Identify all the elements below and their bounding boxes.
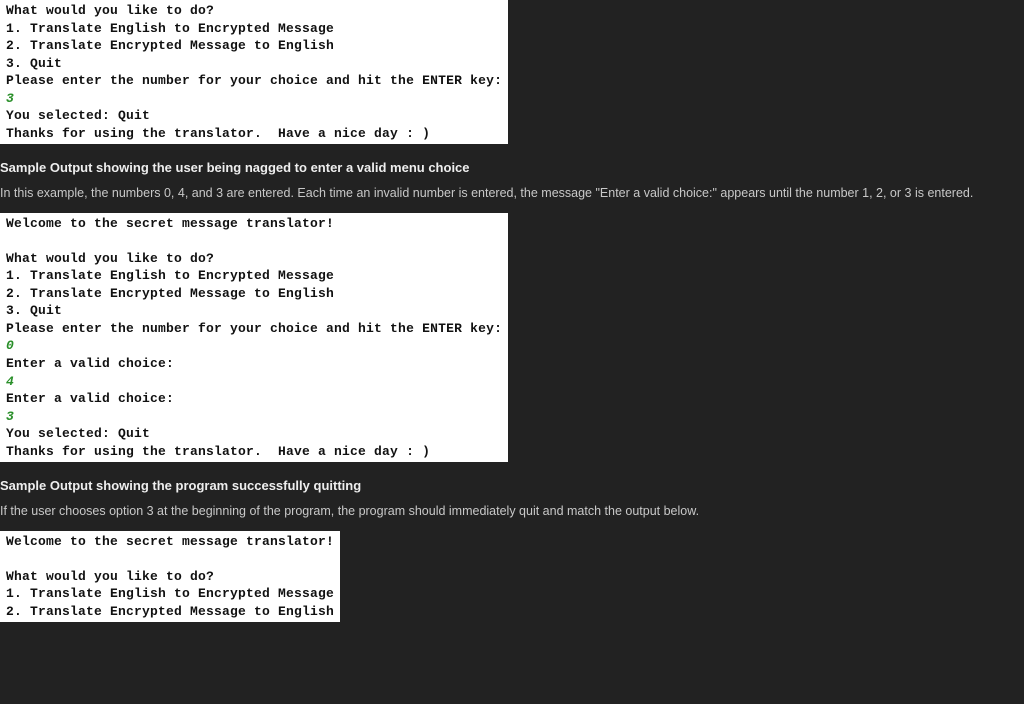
section-paragraph-nagged: In this example, the numbers 0, 4, and 3… <box>0 184 1024 203</box>
console-user-input: 0 <box>6 337 502 355</box>
console-line: 1. Translate English to Encrypted Messag… <box>6 585 334 603</box>
console-output-3: Welcome to the secret message translator… <box>0 531 340 623</box>
console-line: 3. Quit <box>6 55 502 73</box>
console-line: 2. Translate Encrypted Message to Englis… <box>6 603 334 621</box>
console-line: Welcome to the secret message translator… <box>6 215 502 233</box>
console-line: You selected: Quit <box>6 107 502 125</box>
console-line: Enter a valid choice: <box>6 390 502 408</box>
console-line: What would you like to do? <box>6 250 502 268</box>
console-line: Enter a valid choice: <box>6 355 502 373</box>
console-output-2: Welcome to the secret message translator… <box>0 213 508 463</box>
section-heading-nagged: Sample Output showing the user being nag… <box>0 158 1024 178</box>
console-line: Thanks for using the translator. Have a … <box>6 443 502 461</box>
console-blank-line <box>6 550 334 568</box>
console-line: 1. Translate English to Encrypted Messag… <box>6 267 502 285</box>
console-line: 2. Translate Encrypted Message to Englis… <box>6 285 502 303</box>
section-heading-quitting: Sample Output showing the program succes… <box>0 476 1024 496</box>
console-blank-line <box>6 232 502 250</box>
console-user-input: 3 <box>6 90 502 108</box>
console-line: 1. Translate English to Encrypted Messag… <box>6 20 502 38</box>
console-line: You selected: Quit <box>6 425 502 443</box>
console-output-1: What would you like to do? 1. Translate … <box>0 0 508 144</box>
console-user-input: 4 <box>6 373 502 391</box>
section-paragraph-quitting: If the user chooses option 3 at the begi… <box>0 502 1024 521</box>
console-line: What would you like to do? <box>6 2 502 20</box>
console-line: What would you like to do? <box>6 568 334 586</box>
console-line: 2. Translate Encrypted Message to Englis… <box>6 37 502 55</box>
console-user-input: 3 <box>6 408 502 426</box>
console-line: Please enter the number for your choice … <box>6 72 502 90</box>
console-line: Welcome to the secret message translator… <box>6 533 334 551</box>
console-line: Thanks for using the translator. Have a … <box>6 125 502 143</box>
console-line: 3. Quit <box>6 302 502 320</box>
console-line: Please enter the number for your choice … <box>6 320 502 338</box>
